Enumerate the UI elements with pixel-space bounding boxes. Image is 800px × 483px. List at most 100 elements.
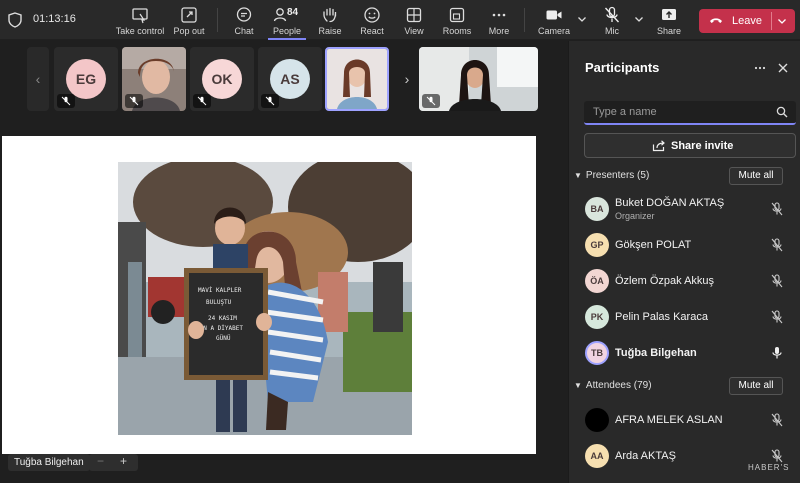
mic-off-icon bbox=[129, 96, 139, 106]
participant-row[interactable]: PK Pelin Palas Karaca bbox=[569, 299, 800, 335]
strip-next-button[interactable]: › bbox=[396, 47, 418, 111]
chat-label: Chat bbox=[234, 26, 254, 36]
attendees-label: Attendees (79) bbox=[585, 380, 652, 391]
mic-off-icon[interactable] bbox=[771, 449, 783, 463]
camera-button[interactable]: Camera bbox=[536, 0, 572, 40]
take-control-button[interactable]: Take control bbox=[115, 0, 165, 40]
participant-tile[interactable]: AS bbox=[258, 47, 322, 111]
shared-photo-image: MAVİ KALPLER BULUŞTU 24 KASIM DÜN A DİYA… bbox=[118, 162, 412, 435]
rooms-button[interactable]: Rooms bbox=[441, 0, 473, 40]
pop-out-icon bbox=[181, 7, 197, 23]
mic-button[interactable]: Mic bbox=[597, 0, 627, 40]
camera-options-chevron-icon[interactable] bbox=[577, 14, 587, 24]
close-icon[interactable] bbox=[777, 62, 789, 74]
take-control-label: Take control bbox=[115, 26, 165, 36]
mic-off-icon[interactable] bbox=[771, 413, 783, 427]
more-button[interactable]: More bbox=[484, 0, 514, 40]
react-button[interactable]: React bbox=[357, 0, 387, 40]
participant-video-tile[interactable] bbox=[419, 47, 538, 111]
panel-title: Participants bbox=[585, 60, 660, 75]
avatar: EG bbox=[66, 59, 106, 99]
muted-indicator bbox=[422, 94, 440, 108]
grid-view-icon bbox=[406, 7, 422, 23]
share-label: Share bbox=[656, 26, 682, 36]
participant-name: Özlem Özpak Akkuş bbox=[615, 275, 715, 287]
avatar: OK bbox=[202, 59, 242, 99]
participant-name: Pelin Palas Karaca bbox=[615, 311, 708, 323]
watermark-logo: HABER'S bbox=[748, 463, 790, 472]
chat-button[interactable]: Chat bbox=[229, 0, 259, 40]
participant-video-tile[interactable] bbox=[122, 47, 186, 111]
search-input[interactable] bbox=[584, 101, 764, 123]
mic-off-icon bbox=[265, 96, 275, 106]
avatar: AS bbox=[270, 59, 310, 99]
muted-indicator bbox=[193, 94, 211, 108]
participant-row-speaking[interactable]: TB Tuğba Bilgehan bbox=[569, 335, 800, 371]
teams-meeting-window: 01:13:16 Take control Pop out Chat 84 Pe… bbox=[0, 0, 800, 483]
mic-off-icon[interactable] bbox=[771, 310, 783, 324]
avatar: ÖA bbox=[585, 269, 609, 293]
mic-label: Mic bbox=[605, 26, 619, 36]
view-button[interactable]: View bbox=[399, 0, 429, 40]
share-invite-button[interactable]: Share invite bbox=[584, 133, 796, 158]
participants-panel: Participants Share invite ▼Presenters (5… bbox=[568, 41, 800, 483]
mic-off-icon bbox=[426, 96, 436, 106]
participant-row[interactable]: AFRA MELEK ASLAN bbox=[569, 402, 800, 438]
pop-out-label: Pop out bbox=[173, 26, 205, 36]
strip-prev-button[interactable]: ‹ bbox=[27, 47, 49, 111]
participant-name: Gökşen POLAT bbox=[615, 239, 692, 251]
participant-row[interactable]: GP Gökşen POLAT bbox=[569, 227, 800, 263]
mic-off-icon[interactable] bbox=[771, 274, 783, 288]
meeting-timer: 01:13:16 bbox=[33, 13, 76, 25]
leave-button[interactable]: Leave bbox=[699, 9, 795, 33]
chevron-right-icon: › bbox=[404, 71, 410, 87]
avatar bbox=[585, 408, 609, 432]
search-icon bbox=[776, 106, 788, 118]
shield-icon bbox=[8, 12, 22, 28]
share-icon bbox=[652, 140, 665, 152]
camera-icon bbox=[546, 10, 562, 20]
participant-role: Organizer bbox=[615, 211, 655, 221]
share-screen-button[interactable]: Share bbox=[654, 0, 684, 40]
mic-on-icon[interactable] bbox=[771, 346, 783, 360]
participant-tile[interactable]: EG bbox=[54, 47, 118, 111]
participant-video-tile-active[interactable] bbox=[325, 47, 389, 111]
pop-out-button[interactable]: Pop out bbox=[171, 0, 207, 40]
participant-row[interactable]: BA Buket DOĞAN AKTAŞ Organizer bbox=[569, 191, 800, 227]
leave-label: Leave bbox=[732, 15, 762, 27]
participant-row[interactable]: ÖA Özlem Özpak Akkuş bbox=[569, 263, 800, 299]
mic-off-icon bbox=[61, 96, 71, 106]
participant-video-strip: ‹ EG OK AS › bbox=[0, 41, 567, 117]
phone-hangup-icon bbox=[710, 18, 722, 23]
camera-label: Camera bbox=[537, 26, 570, 36]
toolbar-divider bbox=[217, 8, 218, 32]
people-button[interactable]: 84 People bbox=[268, 0, 306, 40]
more-label: More bbox=[488, 26, 510, 36]
mic-off-icon bbox=[604, 6, 620, 23]
mic-off-icon bbox=[197, 96, 207, 106]
mic-off-icon[interactable] bbox=[771, 238, 783, 252]
presenters-section-header[interactable]: ▼ Presenters (5) bbox=[574, 170, 649, 181]
mic-options-chevron-icon[interactable] bbox=[634, 14, 644, 24]
more-options-icon[interactable] bbox=[754, 62, 766, 74]
search-field bbox=[584, 101, 796, 125]
people-label: People bbox=[272, 26, 302, 36]
avatar: AA bbox=[585, 444, 609, 468]
toolbar-divider bbox=[524, 8, 525, 32]
share-invite-label: Share invite bbox=[671, 140, 734, 152]
zoom-out-button[interactable]: − bbox=[97, 454, 104, 468]
react-label: React bbox=[360, 26, 384, 36]
participant-tile[interactable]: OK bbox=[190, 47, 254, 111]
chevron-left-icon: ‹ bbox=[35, 71, 41, 87]
presenter-name-label: Tuğba Bilgehan bbox=[8, 454, 90, 471]
attendees-section-header[interactable]: ▼ Attendees (79) bbox=[574, 380, 652, 391]
mute-all-attendees-button[interactable]: Mute all bbox=[729, 377, 783, 395]
caret-down-icon: ▼ bbox=[574, 381, 582, 390]
mic-off-icon[interactable] bbox=[771, 202, 783, 216]
muted-indicator bbox=[125, 94, 143, 108]
raise-hand-button[interactable]: Raise bbox=[315, 0, 345, 40]
chat-icon bbox=[236, 7, 252, 22]
zoom-in-button[interactable]: + bbox=[120, 454, 127, 468]
mute-all-presenters-button[interactable]: Mute all bbox=[729, 167, 783, 185]
leave-options-chevron-icon[interactable] bbox=[777, 16, 787, 26]
